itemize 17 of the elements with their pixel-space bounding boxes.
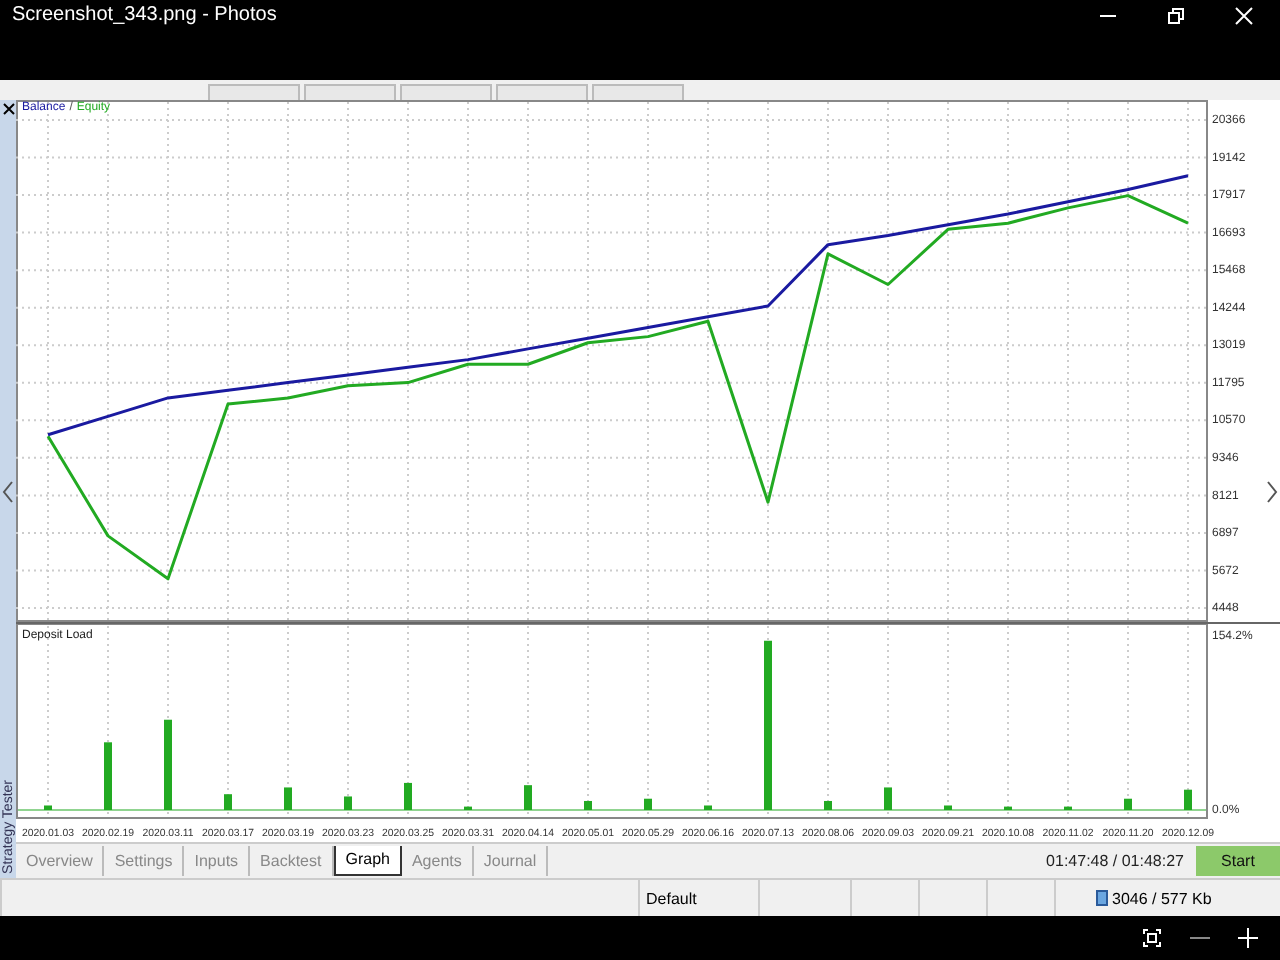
- tab[interactable]: Graph: [333, 845, 402, 875]
- close-icon[interactable]: [2, 102, 16, 118]
- tab[interactable]: Settings: [104, 845, 185, 875]
- tab[interactable]: Overview: [16, 845, 105, 875]
- fit-icon[interactable]: [1140, 926, 1164, 950]
- restore-icon[interactable]: [1164, 4, 1188, 28]
- tab[interactable]: Agents: [401, 845, 474, 875]
- next-icon[interactable]: [1266, 480, 1278, 504]
- traffic-text: 3046 / 577 Kb: [1112, 889, 1212, 907]
- start-button[interactable]: Start: [1196, 845, 1280, 875]
- document-icon: [1096, 890, 1108, 906]
- tab[interactable]: Inputs: [184, 845, 251, 875]
- tab[interactable]: Journal: [473, 845, 549, 875]
- zoom-in-icon[interactable]: [1236, 926, 1260, 950]
- previous-icon[interactable]: [2, 480, 14, 504]
- window-title: Screenshot_343.png - Photos: [12, 4, 277, 28]
- elapsed-time: 01:47:48 / 01:48:27: [1046, 851, 1184, 869]
